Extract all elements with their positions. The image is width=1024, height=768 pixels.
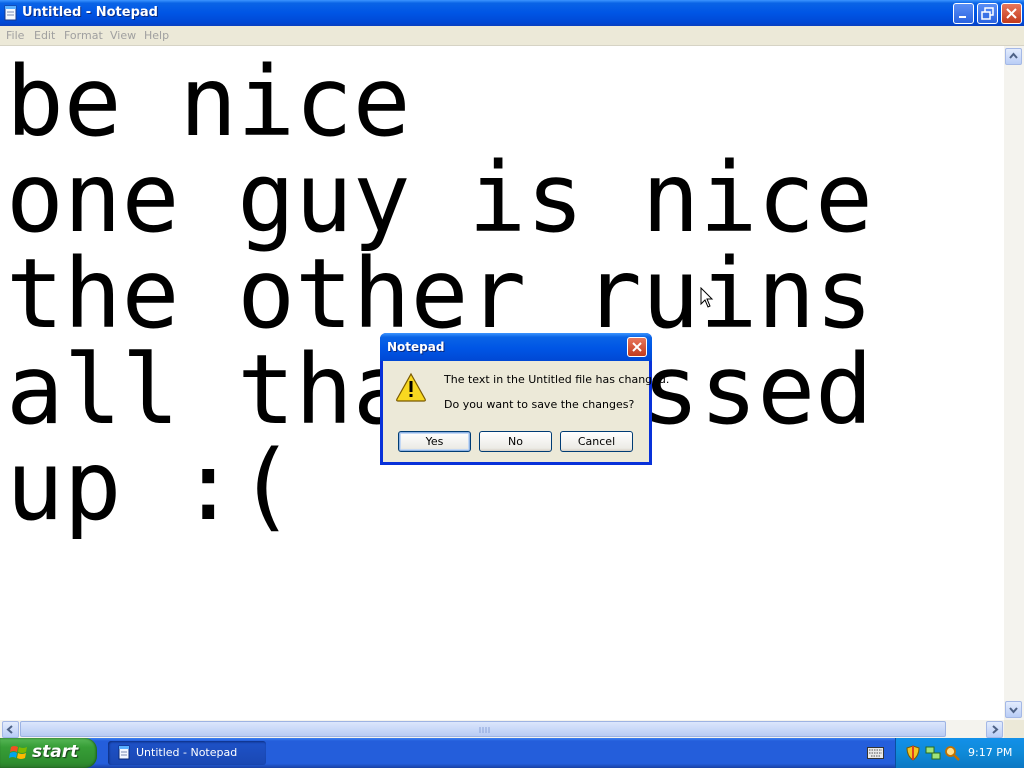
arrow-up-icon [1009,52,1018,59]
close-icon [1006,8,1017,19]
security-shield-icon[interactable] [905,745,921,761]
cancel-button[interactable]: Cancel [560,431,633,452]
system-tray: 9:17 PM [895,738,1024,768]
menu-view[interactable]: View [110,29,136,42]
warning-icon [396,372,426,402]
restore-button[interactable] [977,3,998,24]
scroll-right-button[interactable] [986,721,1003,738]
save-changes-dialog: Notepad The text in the Untitled file ha… [380,333,669,465]
windows-logo-icon [9,746,27,759]
menu-file[interactable]: File [6,29,24,42]
horizontal-scrollbar[interactable] [0,720,1004,738]
notepad-icon [118,745,130,760]
scroll-left-button[interactable] [2,721,19,738]
vertical-scrollbar[interactable] [1004,46,1024,720]
scrollbar-corner [1004,720,1024,738]
editor-line: one guy is nice [6,142,873,254]
taskbar-button-notepad[interactable]: Untitled - Notepad [108,741,266,765]
dialog-title: Notepad [387,340,445,354]
taskbar-notepad-label: Untitled - Notepad [136,746,238,759]
yes-button[interactable]: Yes [398,431,471,452]
scroll-down-button[interactable] [1005,701,1022,718]
search-icon[interactable] [944,745,960,761]
keyboard-icon[interactable] [867,747,884,759]
arrow-left-icon [6,725,13,734]
title-bar[interactable]: Untitled - Notepad [0,0,1024,26]
menu-format[interactable]: Format [64,29,103,42]
grip-icon [479,727,490,733]
menu-bar: File Edit Format View Help [0,26,1024,46]
mouse-pointer-icon [700,287,714,308]
menu-help[interactable]: Help [144,29,169,42]
editor-line: the other ruins [6,238,873,350]
horizontal-scroll-thumb[interactable] [20,721,946,737]
start-button[interactable]: start [0,738,97,768]
dialog-message-line2: Do you want to save the changes? [444,398,635,411]
scroll-up-button[interactable] [1005,48,1022,65]
arrow-down-icon [1009,707,1018,714]
dialog-title-bar[interactable]: Notepad [380,333,652,361]
close-icon [632,342,642,352]
dialog-message-line1: The text in the Untitled file has change… [444,373,670,386]
no-button[interactable]: No [479,431,552,452]
start-label: start [32,742,79,762]
network-icon[interactable] [925,745,941,761]
arrow-right-icon [992,725,999,734]
minimize-icon [959,16,966,18]
minimize-button[interactable] [953,3,974,24]
dialog-close-button[interactable] [627,337,647,357]
notepad-icon [4,5,17,21]
menu-edit[interactable]: Edit [34,29,55,42]
window-title: Untitled - Notepad [22,5,158,20]
close-button[interactable] [1001,3,1022,24]
editor-line: up :( [6,430,295,542]
clock[interactable]: 9:17 PM [968,746,1012,759]
restore-icon [981,7,994,20]
editor-line: be nice [6,46,411,158]
dialog-body: The text in the Untitled file has change… [383,361,669,462]
